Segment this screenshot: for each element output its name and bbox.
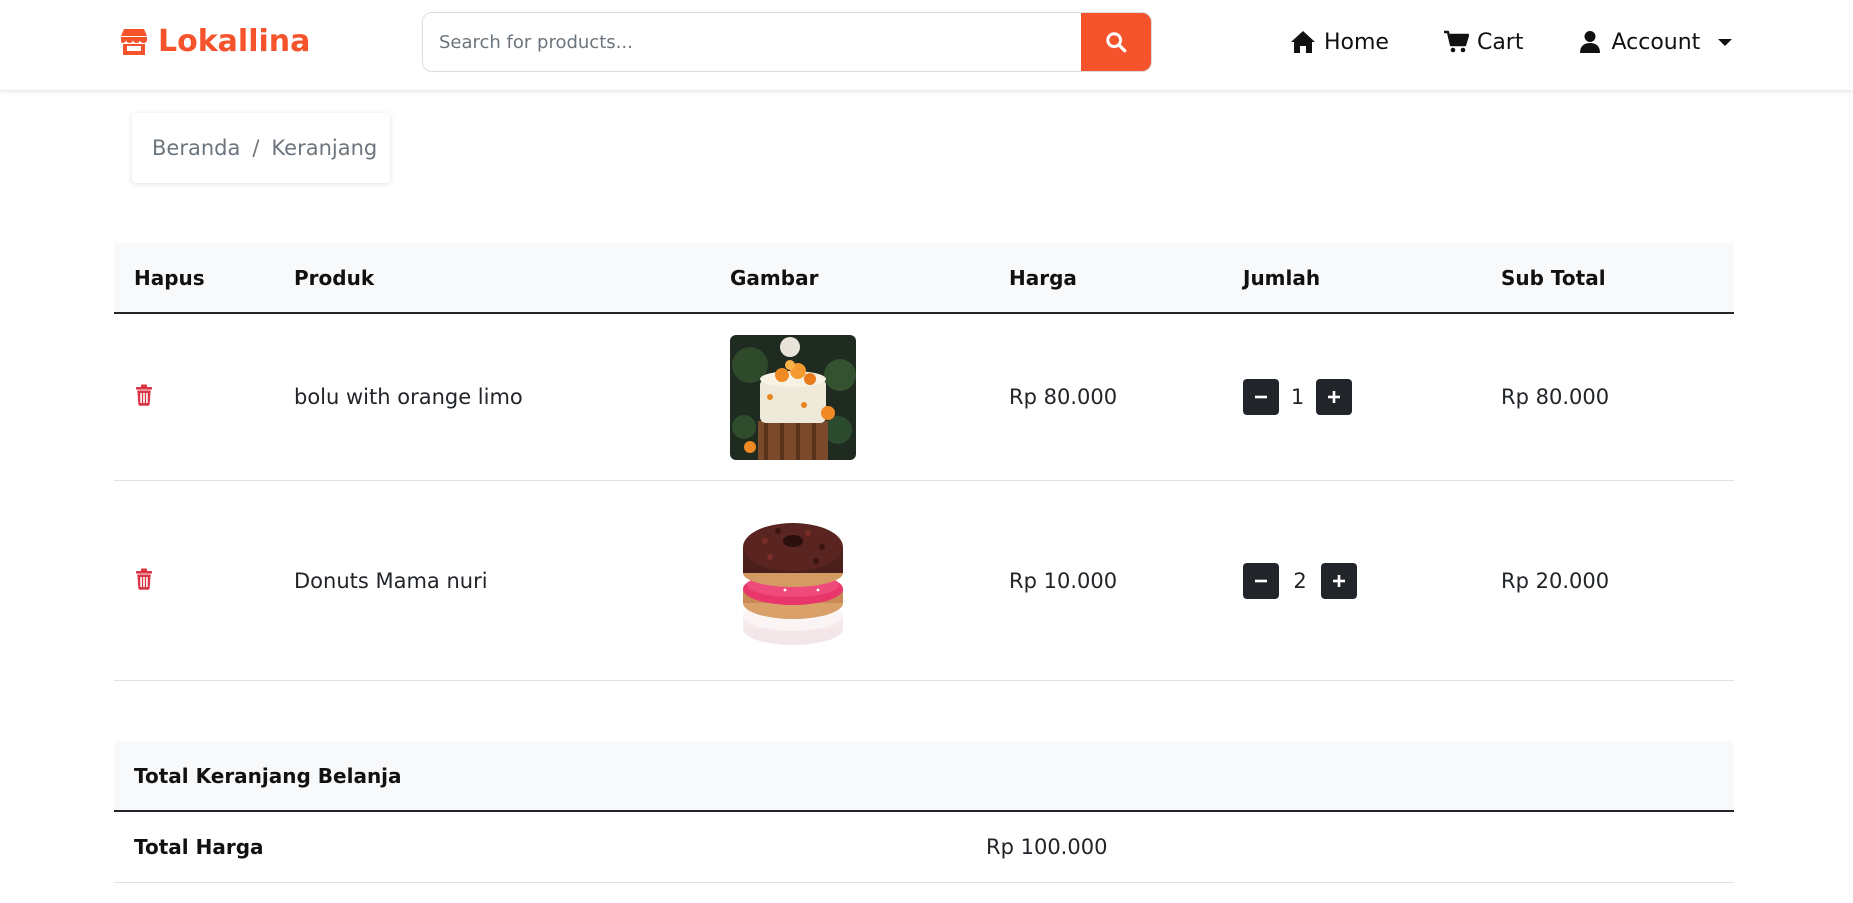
- header-subtotal: Sub Total: [1501, 265, 1606, 290]
- plus-icon: [1328, 391, 1340, 403]
- search-icon: [1106, 32, 1127, 53]
- breadcrumb-separator: /: [252, 136, 260, 160]
- nav-home[interactable]: Home: [1290, 30, 1389, 55]
- user-icon: [1580, 31, 1601, 53]
- navbar: Lokallina Home Cart: [0, 0, 1853, 91]
- product-name[interactable]: bolu with orange limo: [294, 385, 730, 409]
- search-button[interactable]: [1081, 13, 1151, 71]
- nav-cart-label: Cart: [1476, 29, 1524, 55]
- increase-button[interactable]: [1321, 562, 1357, 599]
- table-row: bolu with orange limo Rp 80.000 1 Rp 80.…: [114, 314, 1734, 481]
- product-subtotal: Rp 20.000: [1501, 568, 1610, 593]
- header-harga: Harga: [1009, 265, 1077, 290]
- product-image-cell: [730, 334, 1009, 460]
- store-icon: [121, 28, 147, 55]
- header-hapus: Hapus: [134, 265, 205, 290]
- delete-button[interactable]: [114, 384, 294, 410]
- table-header: Hapus Produk Gambar Harga Jumlah Sub Tot…: [114, 243, 1734, 314]
- trash-icon: [136, 568, 152, 590]
- product-price: Rp 80.000: [1009, 385, 1118, 409]
- breadcrumb-home[interactable]: Beranda: [152, 136, 240, 160]
- totals-title: Total Keranjang Belanja: [114, 741, 1734, 812]
- decrease-button[interactable]: [1243, 379, 1279, 415]
- caret-down-icon: [1718, 38, 1733, 46]
- breadcrumb: Beranda / Keranjang: [132, 113, 390, 183]
- product-price: Rp 10.000: [1009, 568, 1118, 593]
- orange-cake-image: [730, 334, 856, 460]
- total-price-value: Rp 100.000: [986, 835, 1108, 859]
- search-bar: [422, 12, 1152, 72]
- product-subtotal: Rp 80.000: [1501, 385, 1610, 409]
- cart-table: Hapus Produk Gambar Harga Jumlah Sub Tot…: [114, 243, 1734, 681]
- decrease-button[interactable]: [1243, 562, 1279, 599]
- nav-home-label: Home: [1324, 29, 1389, 55]
- quantity-value[interactable]: 2: [1279, 569, 1321, 593]
- nav-account-dropdown[interactable]: Account: [1577, 29, 1733, 55]
- minus-icon: [1255, 579, 1267, 582]
- delete-button[interactable]: [114, 568, 294, 594]
- quantity-stepper: 1: [1243, 379, 1501, 415]
- quantity-stepper: 2: [1243, 562, 1501, 599]
- nav-links: Home Cart Account: [1290, 24, 1733, 60]
- header-produk: Produk: [294, 265, 375, 290]
- search-input[interactable]: [423, 13, 1081, 71]
- total-price-label: Total Harga: [134, 835, 264, 859]
- cart-icon: [1443, 30, 1469, 53]
- trash-icon: [136, 384, 152, 406]
- donut-stack-image: [730, 510, 856, 651]
- home-icon: [1291, 31, 1315, 53]
- nav-cart[interactable]: Cart: [1443, 29, 1524, 55]
- product-image-cell: [730, 510, 1009, 651]
- breadcrumb-current: Keranjang: [271, 136, 378, 160]
- header-gambar: Gambar: [730, 265, 819, 290]
- totals-row: Total Harga Rp 100.000: [114, 812, 1734, 883]
- cart-totals: Total Keranjang Belanja Total Harga Rp 1…: [114, 741, 1734, 883]
- brand-logo[interactable]: Lokallina: [118, 24, 310, 59]
- header-jumlah: Jumlah: [1243, 265, 1321, 290]
- product-name[interactable]: Donuts Mama nuri: [294, 569, 730, 593]
- increase-button[interactable]: [1316, 379, 1352, 415]
- minus-icon: [1255, 395, 1267, 399]
- table-row: Donuts Mama nuri Rp 10.000 2 Rp 20.000: [114, 481, 1734, 681]
- plus-icon: [1333, 574, 1345, 587]
- brand-name: Lokallina: [158, 24, 311, 59]
- quantity-value[interactable]: 1: [1279, 385, 1316, 409]
- nav-account-label: Account: [1611, 29, 1701, 55]
